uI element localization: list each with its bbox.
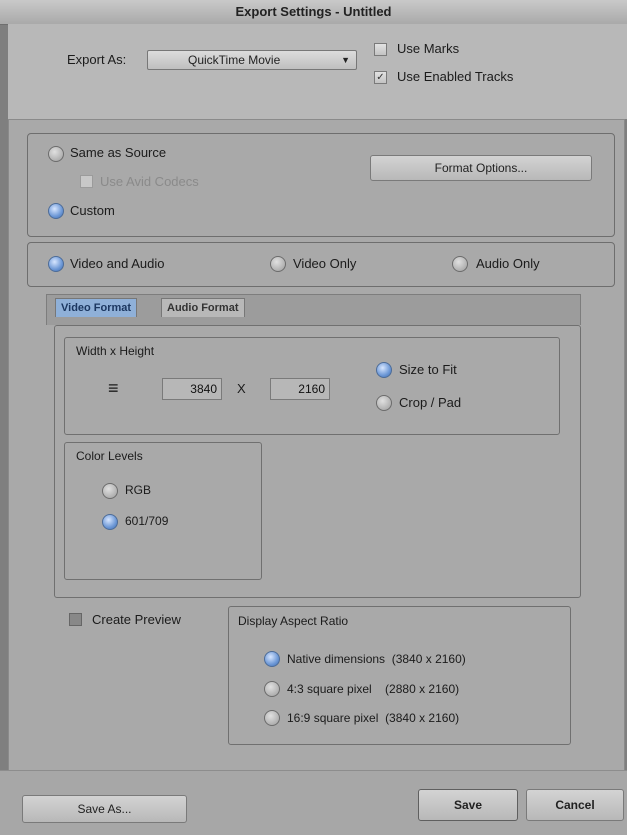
601-709-radio[interactable]	[102, 514, 118, 530]
custom-radio[interactable]	[48, 203, 64, 219]
custom-label: Custom	[70, 203, 115, 218]
audio-only-label: Audio Only	[476, 256, 540, 271]
tab-audio-format[interactable]: Audio Format	[161, 298, 245, 317]
use-enabled-tracks-checkbox[interactable]: ✓	[374, 71, 387, 84]
export-as-value: QuickTime Movie	[188, 53, 281, 67]
checkmark-icon: ✓	[376, 72, 385, 83]
create-preview-label: Create Preview	[92, 612, 181, 627]
native-dimensions-radio[interactable]	[264, 651, 280, 667]
same-as-source-label: Same as Source	[70, 145, 167, 160]
format-options-button[interactable]: Format Options...	[370, 155, 592, 181]
size-to-fit-label: Size to Fit	[399, 362, 457, 377]
same-as-source-radio[interactable]	[48, 146, 64, 162]
crop-pad-label: Crop / Pad	[399, 395, 462, 410]
color-levels-group-label: Color Levels	[76, 449, 143, 463]
rgb-radio[interactable]	[102, 483, 118, 499]
aspect-lock-icon[interactable]: ≡	[108, 378, 119, 399]
create-preview-checkbox[interactable]	[69, 613, 82, 626]
use-enabled-tracks-label: Use Enabled Tracks	[397, 69, 514, 84]
height-field[interactable]: 2160	[270, 378, 330, 400]
square-pixel-4-3-label: 4:3 square pixel (2880 x 2160)	[287, 682, 460, 696]
export-as-label: Export As:	[67, 52, 127, 67]
audio-only-radio[interactable]	[452, 256, 468, 272]
window-title: Export Settings - Untitled	[0, 0, 627, 25]
crop-pad-radio[interactable]	[376, 395, 392, 411]
width-field[interactable]: 3840	[162, 378, 222, 400]
size-to-fit-radio[interactable]	[376, 362, 392, 378]
video-and-audio-label: Video and Audio	[70, 256, 165, 271]
use-avid-codecs-label: Use Avid Codecs	[100, 174, 199, 189]
video-and-audio-radio[interactable]	[48, 256, 64, 272]
export-header-area	[8, 24, 627, 119]
square-pixel-16-9-label: 16:9 square pixel (3840 x 2160)	[287, 711, 460, 725]
square-pixel-4-3-radio[interactable]	[264, 681, 280, 697]
601-709-label: 601/709	[125, 514, 169, 528]
use-marks-label: Use Marks	[397, 41, 460, 56]
video-only-radio[interactable]	[270, 256, 286, 272]
cancel-button[interactable]: Cancel	[526, 789, 624, 821]
use-avid-codecs-checkbox[interactable]	[80, 175, 93, 188]
native-dimensions-label: Native dimensions (3840 x 2160)	[287, 652, 466, 666]
square-pixel-16-9-radio[interactable]	[264, 710, 280, 726]
chevron-down-icon: ▼	[341, 55, 350, 65]
save-button[interactable]: Save	[418, 789, 518, 821]
export-as-dropdown[interactable]: QuickTime Movie ▼	[147, 50, 357, 70]
dimensions-group-label: Width x Height	[76, 344, 155, 358]
video-only-label: Video Only	[293, 256, 357, 271]
use-marks-checkbox[interactable]	[374, 43, 387, 56]
save-as-button[interactable]: Save As...	[22, 795, 187, 823]
rgb-label: RGB	[125, 483, 152, 497]
tab-video-format[interactable]: Video Format	[55, 298, 138, 317]
aspect-ratio-group-label: Display Aspect Ratio	[238, 614, 349, 628]
dimension-separator: X	[237, 381, 246, 396]
